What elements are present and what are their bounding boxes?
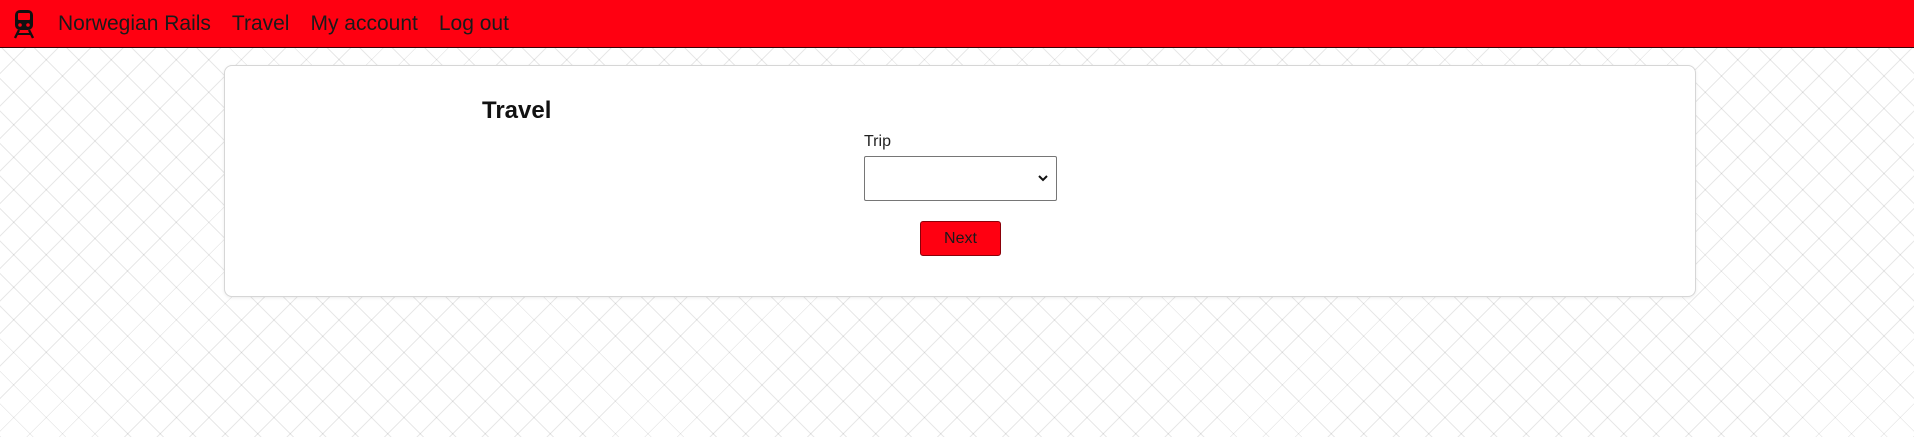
trip-select[interactable] — [864, 156, 1057, 201]
nav-link-log-out[interactable]: Log out — [439, 12, 509, 36]
next-button[interactable]: Next — [920, 221, 1001, 256]
nav-link-my-account[interactable]: My account — [310, 12, 417, 36]
page-title: Travel — [482, 97, 552, 124]
top-navbar: Norwegian Rails Travel My account Log ou… — [0, 0, 1914, 48]
train-icon[interactable] — [11, 8, 37, 40]
nav-link-travel[interactable]: Travel — [232, 12, 290, 36]
nav-link-home[interactable]: Norwegian Rails — [58, 12, 211, 36]
trip-label: Trip — [864, 133, 891, 150]
chevron-down-icon — [1038, 175, 1048, 182]
travel-card: Travel Trip Next — [224, 65, 1696, 297]
